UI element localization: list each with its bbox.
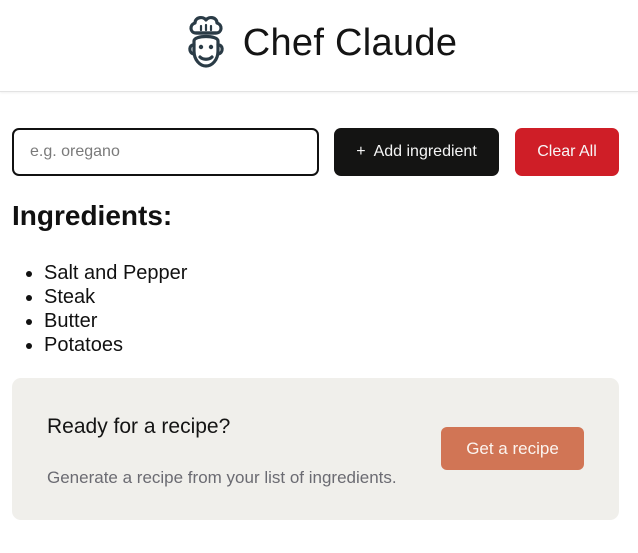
add-ingredient-label: Add ingredient [373,143,477,160]
get-recipe-button[interactable]: Get a recipe [441,427,584,470]
recipe-card-heading: Ready for a recipe? [47,415,231,438]
list-item: Salt and Pepper [25,262,188,284]
ingredient-list: Salt and Pepper Steak Butter Potatoes [25,261,188,357]
ingredient-input[interactable] [12,128,319,176]
clear-all-button[interactable]: Clear All [515,128,619,176]
list-item: Steak [25,285,187,309]
chef-face-icon [188,15,224,68]
app-header: Chef Claude [0,0,638,92]
plus-icon: + [356,143,366,160]
add-ingredient-form: + Add ingredient Clear All [12,128,619,176]
add-ingredient-button[interactable]: + Add ingredient [334,128,499,176]
recipe-card-description: Generate a recipe from your list of ingr… [47,468,397,487]
get-recipe-card: Ready for a recipe? Generate a recipe fr… [12,378,619,520]
ingredients-heading: Ingredients: [12,200,173,231]
list-item: Potatoes [25,333,187,357]
app-title: Chef Claude [242,22,458,64]
list-item: Butter [25,309,187,333]
